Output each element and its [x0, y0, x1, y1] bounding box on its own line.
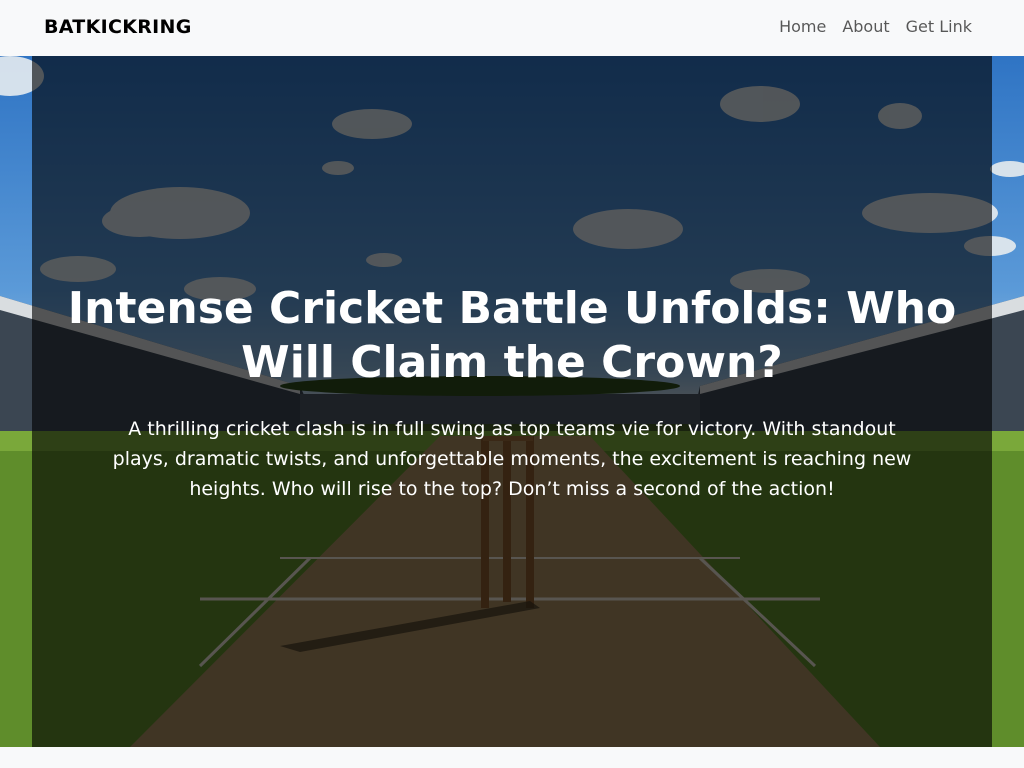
brand-logo-link[interactable]: BATKICKRING	[44, 16, 192, 38]
page-bottom-strip	[0, 747, 1024, 768]
nav-link-get-link[interactable]: Get Link	[906, 17, 972, 36]
nav-link-home[interactable]: Home	[779, 17, 826, 36]
navbar: BATKICKRING Home About Get Link	[0, 0, 1024, 56]
nav-link-about[interactable]: About	[842, 17, 889, 36]
nav-links: Home About Get Link	[763, 17, 972, 36]
hero-dark-overlay	[32, 56, 992, 747]
hero-section: Intense Cricket Battle Unfolds: Who Will…	[0, 56, 1024, 747]
hero-title: Intense Cricket Battle Unfolds: Who Will…	[67, 283, 957, 388]
hero-lead-text: A thrilling cricket clash is in full swi…	[112, 418, 912, 500]
